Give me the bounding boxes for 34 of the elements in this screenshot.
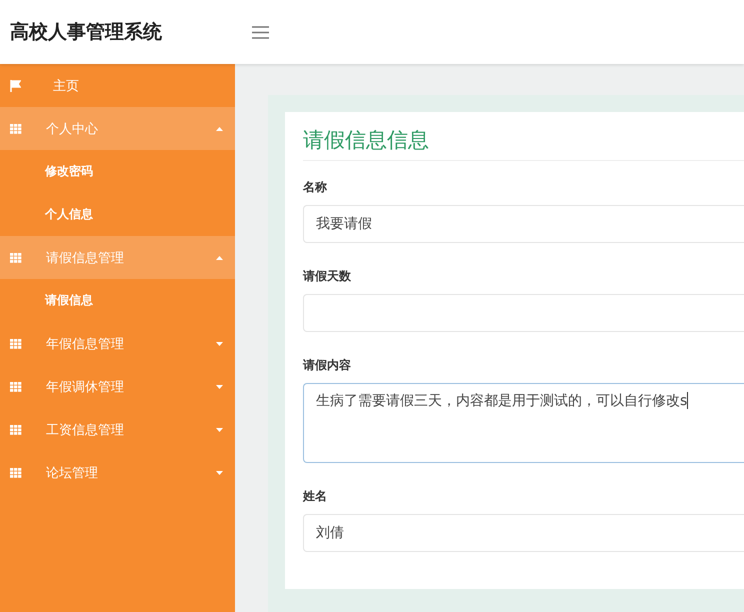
caret-icon (216, 384, 223, 388)
sidebar-item[interactable]: 主页 (0, 64, 235, 107)
grid-icon (10, 252, 22, 262)
grid-icon (10, 424, 22, 434)
form-title: 请假信息信息 (303, 126, 744, 161)
text-area[interactable]: 生病了需要请假三天，内容都是用于测试的，可以自行修改s (303, 383, 744, 463)
sidebar-item[interactable]: 个人中心 (0, 107, 235, 150)
input-field[interactable] (303, 294, 744, 332)
sidebar-subitem[interactable]: 修改密码 (0, 150, 235, 193)
field-label: 请假内容 (303, 357, 352, 374)
sidebar-item[interactable]: 论坛管理 (0, 451, 235, 494)
sidebar-item[interactable]: 工资信息管理 (0, 408, 235, 451)
grid-icon (10, 468, 22, 478)
sidebar-item[interactable]: 请假信息管理 (0, 236, 235, 279)
input-field[interactable]: 刘倩 (303, 514, 744, 552)
field-label: 请假天数 (303, 268, 352, 285)
sidebar-subitem[interactable]: 请假信息 (0, 279, 235, 322)
caret-icon (216, 470, 223, 474)
field-label: 姓名 (303, 488, 328, 505)
input-field[interactable]: 我要请假 (303, 205, 744, 243)
grid-icon (10, 124, 22, 134)
caret-icon (216, 342, 223, 346)
sidebar-item[interactable]: 年假信息管理 (0, 322, 235, 365)
app-title: 高校人事管理系统 (9, 20, 163, 45)
caret-icon (216, 428, 223, 432)
flag-icon (10, 80, 21, 92)
grid-icon (10, 338, 22, 348)
menu-icon[interactable] (252, 26, 269, 38)
caret-icon (216, 126, 223, 130)
sidebar-item[interactable]: 年假调休管理 (0, 365, 235, 408)
caret-icon (216, 256, 223, 260)
field-label: 名称 (303, 179, 328, 196)
grid-icon (10, 382, 22, 392)
sidebar-subitem[interactable]: 个人信息 (0, 193, 235, 236)
